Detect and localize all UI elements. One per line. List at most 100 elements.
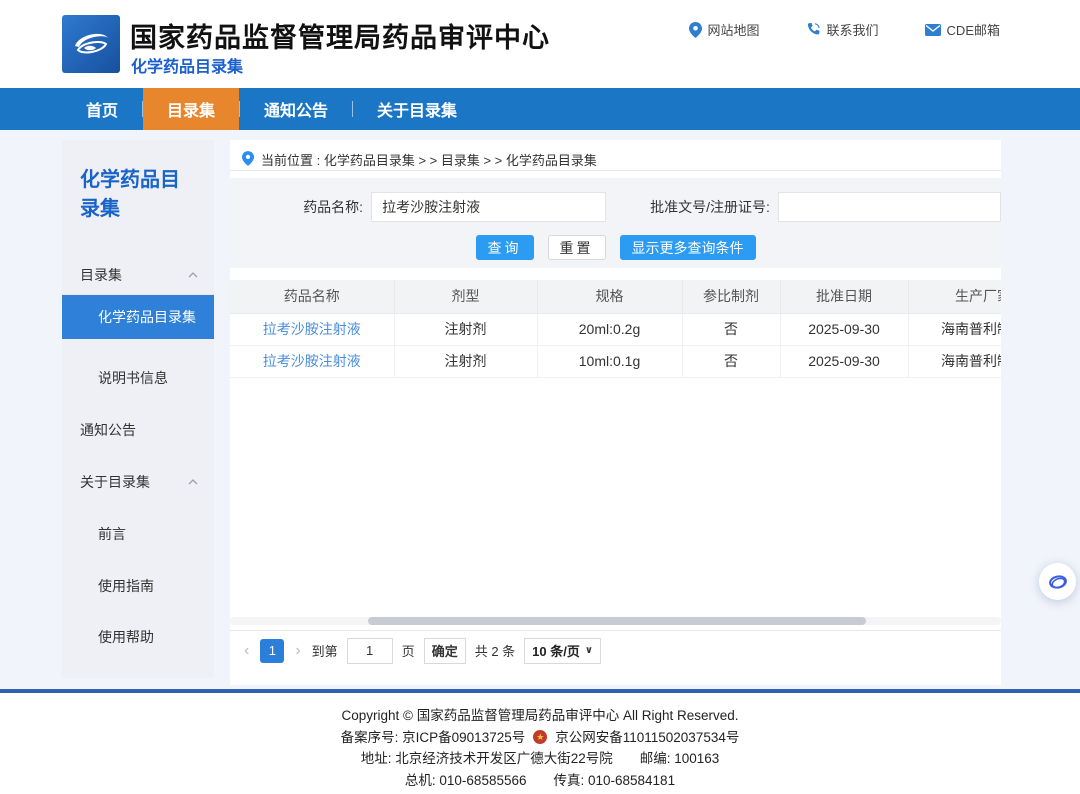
table-header-row: 药品名称 剂型 规格 参比制剂 批准日期 生产厂家 bbox=[230, 280, 1001, 313]
horizontal-scrollbar-thumb[interactable] bbox=[368, 617, 866, 625]
sidebar-item-about-section[interactable]: 关于目录集 bbox=[62, 472, 214, 492]
cell-reference: 否 bbox=[682, 313, 780, 345]
col-approval-date: 批准日期 bbox=[780, 280, 908, 313]
map-pin-icon bbox=[689, 22, 702, 38]
sidebar-item-notices[interactable]: 通知公告 bbox=[62, 420, 214, 440]
chevron-up-icon bbox=[188, 479, 198, 485]
nav-item-notices[interactable]: 通知公告 bbox=[240, 88, 352, 130]
sidebar-item-label: 说明书信息 bbox=[98, 368, 168, 388]
cell-approval-date: 2025-09-30 bbox=[780, 313, 908, 345]
police-badge-icon: ★ bbox=[533, 730, 547, 744]
drug-name-input[interactable] bbox=[371, 192, 606, 222]
chevron-down-icon: ∨ bbox=[585, 645, 593, 656]
divider bbox=[230, 170, 1001, 171]
location-pin-icon bbox=[242, 151, 254, 169]
page-1-button[interactable]: 1 bbox=[260, 639, 284, 663]
prev-page-icon[interactable]: ‹ bbox=[242, 642, 251, 660]
table-row: 拉考沙胺注射液 注射剂 10ml:0.1g 否 2025-09-30 海南普利制… bbox=[230, 345, 1001, 377]
drug-name-label: 药品名称: bbox=[230, 197, 363, 217]
sidebar-item-label: 使用帮助 bbox=[98, 627, 154, 647]
page-unit-label: 页 bbox=[402, 641, 415, 660]
mail-link[interactable]: CDE邮箱 bbox=[925, 20, 1000, 39]
sidebar-title: 化学药品目录集 bbox=[62, 140, 214, 224]
contact-link[interactable]: 联系我们 bbox=[806, 20, 879, 39]
public-security-number: 京公网安备11011502037534号 bbox=[555, 727, 739, 749]
more-conditions-button[interactable]: 显示更多查询条件 bbox=[620, 235, 756, 260]
reset-button[interactable]: 重置 bbox=[548, 235, 606, 260]
sidebar-item-label: 关于目录集 bbox=[80, 472, 150, 492]
cell-dosage-form: 注射剂 bbox=[394, 345, 537, 377]
sidebar-item-foreword[interactable]: 前言 bbox=[62, 524, 214, 544]
sidebar-item-label: 前言 bbox=[98, 524, 126, 544]
table-row: 拉考沙胺注射液 注射剂 20ml:0.2g 否 2025-09-30 海南普利制… bbox=[230, 313, 1001, 345]
cde-logo[interactable] bbox=[62, 15, 120, 73]
page-size-value: 10 条/页 bbox=[532, 641, 580, 660]
sidebar-item-chemical-catalog[interactable]: 化学药品目录集 bbox=[62, 295, 214, 339]
site-title: 国家药品监督管理局药品审评中心 bbox=[130, 16, 550, 55]
sidebar-item-instructions[interactable]: 说明书信息 bbox=[62, 368, 214, 388]
breadcrumb-text: 当前位置 : 化学药品目录集 > > 目录集 > > 化学药品目录集 bbox=[261, 150, 597, 169]
sitemap-label: 网站地图 bbox=[708, 20, 760, 39]
phone-icon bbox=[806, 22, 821, 37]
next-page-icon[interactable]: › bbox=[293, 642, 302, 660]
goto-label: 到第 bbox=[312, 641, 338, 660]
confirm-button[interactable]: 确定 bbox=[424, 638, 466, 664]
horizontal-scrollbar bbox=[230, 617, 1001, 625]
col-manufacturer: 生产厂家 bbox=[908, 280, 1001, 313]
main-panel: 当前位置 : 化学药品目录集 > > 目录集 > > 化学药品目录集 药品名称:… bbox=[230, 140, 1001, 685]
cell-specification: 20ml:0.2g bbox=[537, 313, 682, 345]
chevron-up-icon bbox=[188, 272, 198, 278]
cell-manufacturer: 海南普利制药 bbox=[908, 313, 1001, 345]
floating-widget-button[interactable] bbox=[1039, 563, 1076, 600]
drug-link[interactable]: 拉考沙胺注射液 bbox=[230, 313, 394, 345]
cell-reference: 否 bbox=[682, 345, 780, 377]
col-reference: 参比制剂 bbox=[682, 280, 780, 313]
mail-icon bbox=[925, 24, 941, 36]
footer-address: 地址: 北京经济技术开发区广德大街22号院 邮编: 100163 bbox=[0, 748, 1080, 770]
icp-number: 备案序号: 京ICP备09013725号 bbox=[341, 727, 526, 749]
site-header: 国家药品监督管理局药品审评中心 化学药品目录集 网站地图 联系我们 CDE邮箱 bbox=[0, 0, 1080, 88]
contact-label: 联系我们 bbox=[827, 20, 879, 39]
nav-item-about[interactable]: 关于目录集 bbox=[353, 88, 481, 130]
sidebar-item-user-guide[interactable]: 使用指南 bbox=[62, 576, 214, 596]
site-subtitle: 化学药品目录集 bbox=[131, 53, 243, 77]
sidebar-item-label: 使用指南 bbox=[98, 576, 154, 596]
footer-registration: 备案序号: 京ICP备09013725号 ★ 京公网安备110115020375… bbox=[0, 727, 1080, 749]
main-nav: 首页 目录集 通知公告 关于目录集 bbox=[0, 88, 1080, 130]
footer-phone: 总机: 010-68585566 传真: 010-68584181 bbox=[0, 770, 1080, 792]
sidebar-item-label: 目录集 bbox=[80, 265, 122, 285]
breadcrumb: 当前位置 : 化学药品目录集 > > 目录集 > > 化学药品目录集 bbox=[230, 140, 1001, 170]
cde-logo-icon bbox=[69, 22, 113, 66]
col-dosage-form: 剂型 bbox=[394, 280, 537, 313]
mail-label: CDE邮箱 bbox=[947, 20, 1000, 39]
approval-number-input[interactable] bbox=[778, 192, 1001, 222]
sidebar-item-help[interactable]: 使用帮助 bbox=[62, 627, 214, 647]
sidebar-item-catalog-section[interactable]: 目录集 bbox=[62, 265, 214, 285]
query-button[interactable]: 查询 bbox=[476, 235, 534, 260]
approval-number-label: 批准文号/注册证号: bbox=[626, 197, 770, 217]
drug-link[interactable]: 拉考沙胺注射液 bbox=[230, 345, 394, 377]
header-links: 网站地图 联系我们 CDE邮箱 bbox=[689, 20, 1000, 39]
footer: Copyright © 国家药品监督管理局药品审评中心 All Right Re… bbox=[0, 693, 1080, 794]
sidebar: 化学药品目录集 目录集 化学药品目录集 说明书信息 通知公告 关于目录集 前言 bbox=[62, 140, 214, 678]
cell-approval-date: 2025-09-30 bbox=[780, 345, 908, 377]
total-count-label: 共 2 条 bbox=[475, 641, 515, 660]
nav-item-catalog[interactable]: 目录集 bbox=[143, 88, 239, 130]
sidebar-item-label: 通知公告 bbox=[80, 420, 136, 440]
search-panel: 药品名称: 批准文号/注册证号: 查询 重置 显示更多查询条件 bbox=[230, 178, 1001, 268]
footer-copyright: Copyright © 国家药品监督管理局药品审评中心 All Right Re… bbox=[0, 705, 1080, 727]
sitemap-link[interactable]: 网站地图 bbox=[689, 20, 760, 39]
widget-swirl-icon bbox=[1047, 571, 1069, 593]
results-table: 药品名称 剂型 规格 参比制剂 批准日期 生产厂家 拉考沙胺注射液 注射剂 20… bbox=[230, 280, 1001, 378]
col-specification: 规格 bbox=[537, 280, 682, 313]
page: 国家药品监督管理局药品审评中心 化学药品目录集 网站地图 联系我们 CDE邮箱 bbox=[0, 0, 1080, 794]
goto-page-input[interactable] bbox=[347, 638, 393, 664]
cell-specification: 10ml:0.1g bbox=[537, 345, 682, 377]
cell-dosage-form: 注射剂 bbox=[394, 313, 537, 345]
cell-manufacturer: 海南普利制药 bbox=[908, 345, 1001, 377]
pagination: ‹ 1 › 到第 页 确定 共 2 条 10 条/页 ∨ bbox=[230, 630, 1001, 670]
page-size-select[interactable]: 10 条/页 ∨ bbox=[524, 638, 601, 664]
nav-item-home[interactable]: 首页 bbox=[62, 88, 142, 130]
col-drug-name: 药品名称 bbox=[230, 280, 394, 313]
sidebar-item-label: 化学药品目录集 bbox=[98, 307, 196, 327]
